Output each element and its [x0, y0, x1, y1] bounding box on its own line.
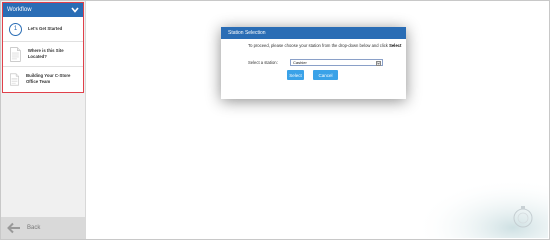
back-button[interactable]: Back [1, 217, 85, 239]
document-icon [10, 73, 19, 85]
arrow-left-icon [7, 222, 20, 234]
workflow-item-office-team[interactable]: Building Your C-Store Office Team [3, 67, 83, 91]
select-button[interactable]: Select [287, 70, 304, 80]
station-dropdown[interactable]: Cashier [290, 59, 383, 66]
cancel-button[interactable]: Cancel [313, 70, 338, 80]
workflow-item-label: Where is this Site Located? [27, 48, 64, 59]
chevron-down-icon[interactable] [70, 6, 79, 15]
station-selection-dialog: Station Selection To proceed, please cho… [221, 27, 406, 99]
dialog-message: To proceed, please choose your station f… [248, 43, 402, 48]
workflow-item-site-location[interactable]: Where is this Site Located? [3, 42, 83, 67]
workflow-header[interactable]: Workflow [3, 3, 83, 17]
workflow-item-label: Building Your C-Store Office Team [25, 73, 71, 84]
step-number-icon: 1 [9, 22, 22, 36]
chevron-down-icon[interactable] [376, 60, 381, 66]
station-value: Cashier [293, 60, 307, 65]
sidebar: Workflow 1 Let's Get Started Where is th… [1, 1, 86, 239]
workflow-item-get-started[interactable]: 1 Let's Get Started [3, 17, 83, 42]
workflow-item-label: Let's Get Started [28, 26, 63, 31]
station-label: Select a station: [248, 60, 278, 65]
workflow-title: Workflow [7, 7, 32, 13]
workflow-panel: Workflow 1 Let's Get Started Where is th… [2, 2, 84, 93]
back-label: Back [27, 225, 41, 231]
dialog-title: Station Selection [221, 27, 406, 39]
document-icon [10, 46, 21, 62]
background-decoration [408, 168, 548, 238]
app-window: Workflow 1 Let's Get Started Where is th… [0, 0, 550, 240]
